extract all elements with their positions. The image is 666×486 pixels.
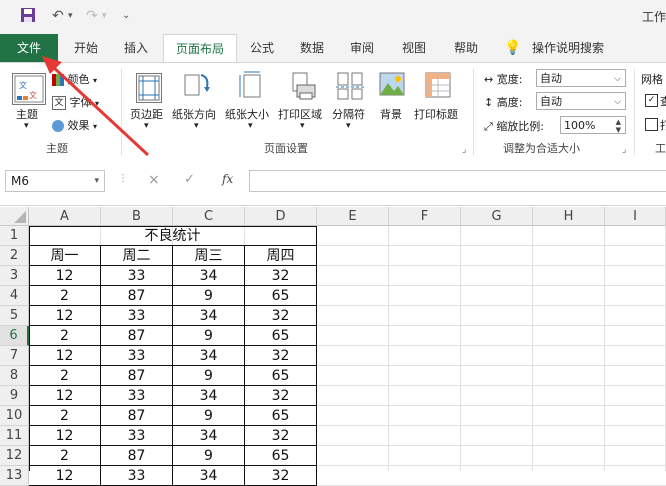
- annotation-arrow-icon: [42, 56, 150, 157]
